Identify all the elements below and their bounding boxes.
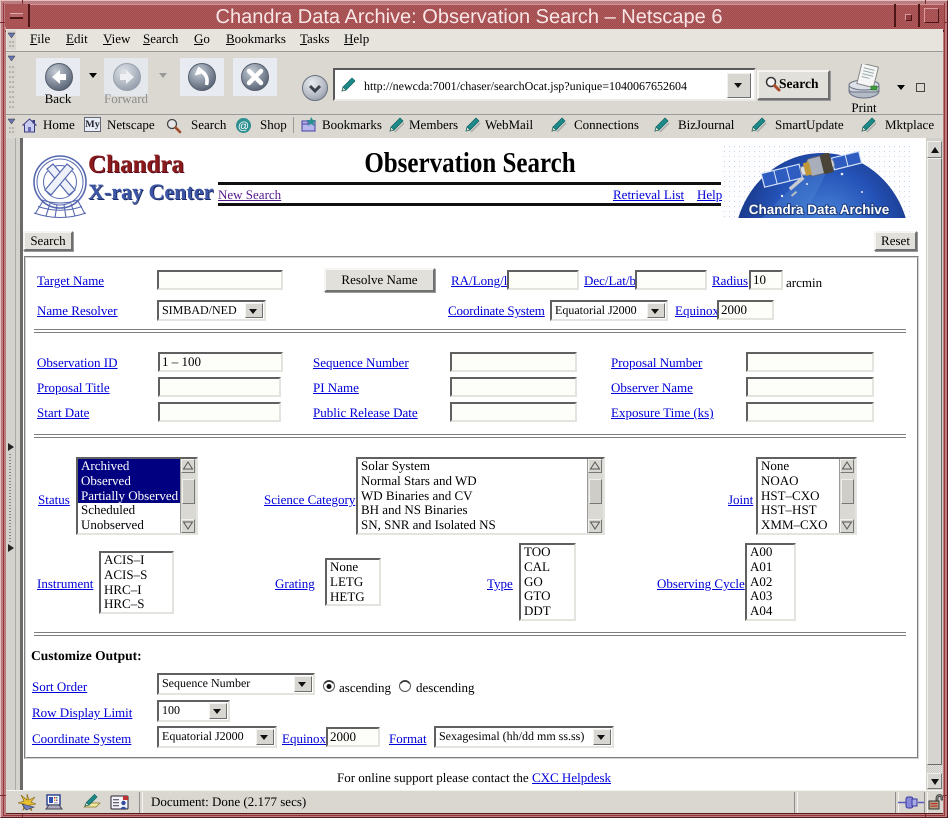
svg-text:Chandra Data Archive: Chandra Data Archive [749,202,890,217]
svg-text:@: @ [238,121,249,133]
